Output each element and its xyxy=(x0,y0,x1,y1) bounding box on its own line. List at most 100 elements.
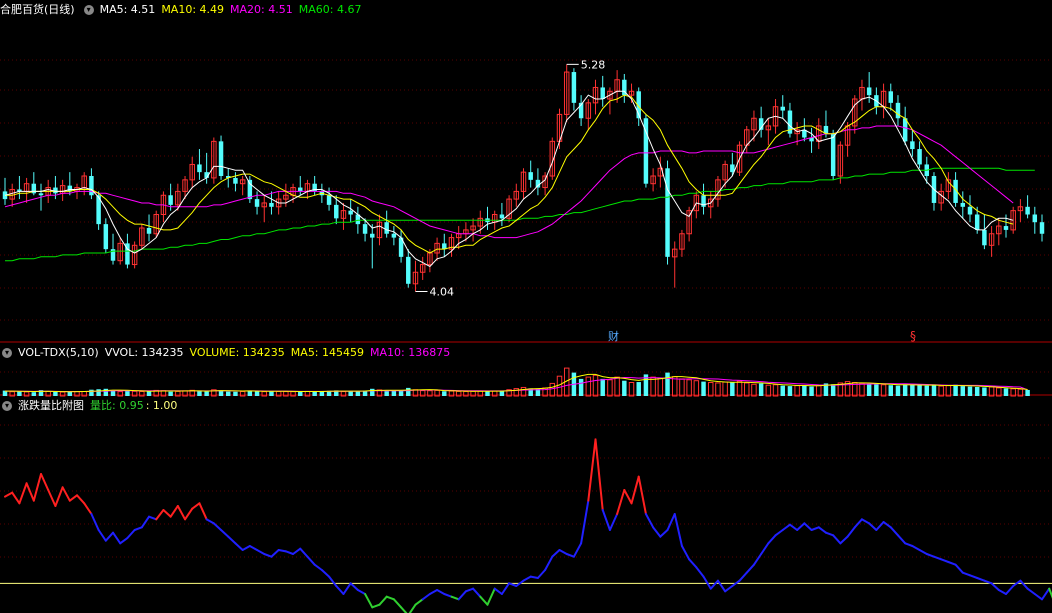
ma5-line xyxy=(4,90,1014,268)
ratio-segment xyxy=(918,549,928,555)
candle-body-down xyxy=(535,179,541,188)
ratio-segment xyxy=(335,585,345,595)
volume-bar-down xyxy=(910,384,915,396)
settings-icon[interactable]: ▾ xyxy=(83,5,94,15)
ratio-segment xyxy=(623,489,633,505)
ratio-segment xyxy=(349,582,359,591)
ratio-segment xyxy=(25,482,35,502)
volume-bar-down xyxy=(348,391,353,396)
volume-bar-down xyxy=(204,391,209,396)
volume-bar-up xyxy=(585,376,592,397)
volume-bar-down xyxy=(406,387,411,396)
ratio-segment xyxy=(896,534,907,545)
ratio-segment xyxy=(133,526,143,531)
candle-body-down xyxy=(406,256,411,284)
ratio-segment xyxy=(587,438,597,502)
ratio-segment xyxy=(990,582,1000,591)
ratio-segment xyxy=(839,535,849,545)
candle-body-down xyxy=(384,222,389,234)
ratio-segment xyxy=(479,595,489,606)
ratio-segment xyxy=(428,589,439,595)
ratio-segment xyxy=(666,513,676,531)
ratio-segment xyxy=(875,521,885,531)
volume-bar-down xyxy=(895,385,901,396)
ma10-label: MA10: 4.49 xyxy=(161,3,225,16)
volume-bar-up xyxy=(772,384,779,397)
ratio-segment xyxy=(709,579,719,590)
volume-bar-down xyxy=(103,388,109,396)
ratio-segment xyxy=(263,553,273,558)
volume-bar-down xyxy=(89,389,94,396)
ratio-segment xyxy=(544,555,554,571)
ratio-segment xyxy=(1041,587,1051,601)
ratio-segment xyxy=(637,475,647,515)
volume-bar-up xyxy=(765,384,772,397)
ratio-segment xyxy=(601,509,611,531)
volume-bar-up xyxy=(816,385,822,397)
volume-bar-up xyxy=(614,376,620,397)
volume-bar-up xyxy=(715,382,721,397)
ratio-segment xyxy=(90,513,100,531)
volume-panel-header: ▾ VOL-TDX(5,10) VVOL: 134235 VOLUME: 134235… xyxy=(0,345,456,361)
ratio-segment xyxy=(256,549,266,555)
ratio-segment xyxy=(450,595,460,601)
volume-bar-up xyxy=(671,376,678,397)
volume-bar-down xyxy=(1003,388,1009,396)
volume-bar-up xyxy=(549,382,556,397)
ratio-segment xyxy=(673,513,683,547)
volume-bar-up xyxy=(751,383,757,397)
candle-body-down xyxy=(528,172,533,180)
ratio-segment xyxy=(724,585,734,593)
vol-ma10-label: MA10: 136875 xyxy=(370,346,451,359)
ma60-line xyxy=(5,167,1035,262)
ratio-segment xyxy=(976,577,986,582)
volume-bar-down xyxy=(247,390,253,396)
candle-body-down xyxy=(830,133,836,176)
volume-settings-icon[interactable]: ▾ xyxy=(2,348,12,358)
ratio-settings-icon[interactable]: ▾ xyxy=(2,401,12,411)
ratio-segment xyxy=(371,603,381,609)
ratio-segment xyxy=(889,526,899,537)
ratio-segment xyxy=(832,534,842,545)
volume-bar-down xyxy=(701,381,706,396)
ratio-segment xyxy=(961,571,971,577)
ma5-label: MA5: 4.51 xyxy=(99,3,156,16)
ratio-segment xyxy=(745,563,755,574)
chart-canvas: 5.28 4.04 财 § xyxy=(0,58,1052,613)
candle-body-down xyxy=(967,206,973,215)
ratio-segment xyxy=(176,505,187,521)
candle-body-down xyxy=(960,202,966,207)
volume-bar-down xyxy=(917,385,922,396)
ratio-segment xyxy=(234,542,244,551)
candle-body-down xyxy=(326,195,332,205)
volume-bar-up xyxy=(744,382,750,397)
candle-body-down xyxy=(866,87,872,96)
ratio-segment xyxy=(392,598,403,609)
vvol-label: VVOL: 134235 xyxy=(104,346,184,359)
ratio-segment xyxy=(61,486,71,502)
ratio-segment xyxy=(169,505,179,518)
candle-body-down xyxy=(910,141,915,150)
volume-bar-down xyxy=(780,385,785,396)
ratio-segment xyxy=(688,558,698,569)
ratio-segment xyxy=(220,529,230,538)
ratio-segment xyxy=(32,473,43,502)
candle-body-down xyxy=(665,168,670,257)
candle-body-down xyxy=(1039,222,1045,234)
ratio-title: 涨跌量比附图 xyxy=(18,399,84,412)
ratio-segment xyxy=(47,489,57,507)
ratio-segment xyxy=(1033,593,1043,601)
ratio-segment xyxy=(414,598,424,606)
candle-body-down xyxy=(53,187,58,194)
ratio-segment xyxy=(493,587,503,595)
candle-body-down xyxy=(391,233,397,238)
volume-bar-down xyxy=(312,391,317,396)
ratio-segment xyxy=(457,590,467,601)
ratio-segment xyxy=(443,593,453,598)
volume-bar-up xyxy=(722,381,728,397)
volume-bar-up xyxy=(859,382,865,397)
candle-body-down xyxy=(1025,206,1030,215)
ratio-segment xyxy=(54,486,64,507)
volume-bar-down xyxy=(967,386,973,396)
candle-body-down xyxy=(917,149,922,165)
